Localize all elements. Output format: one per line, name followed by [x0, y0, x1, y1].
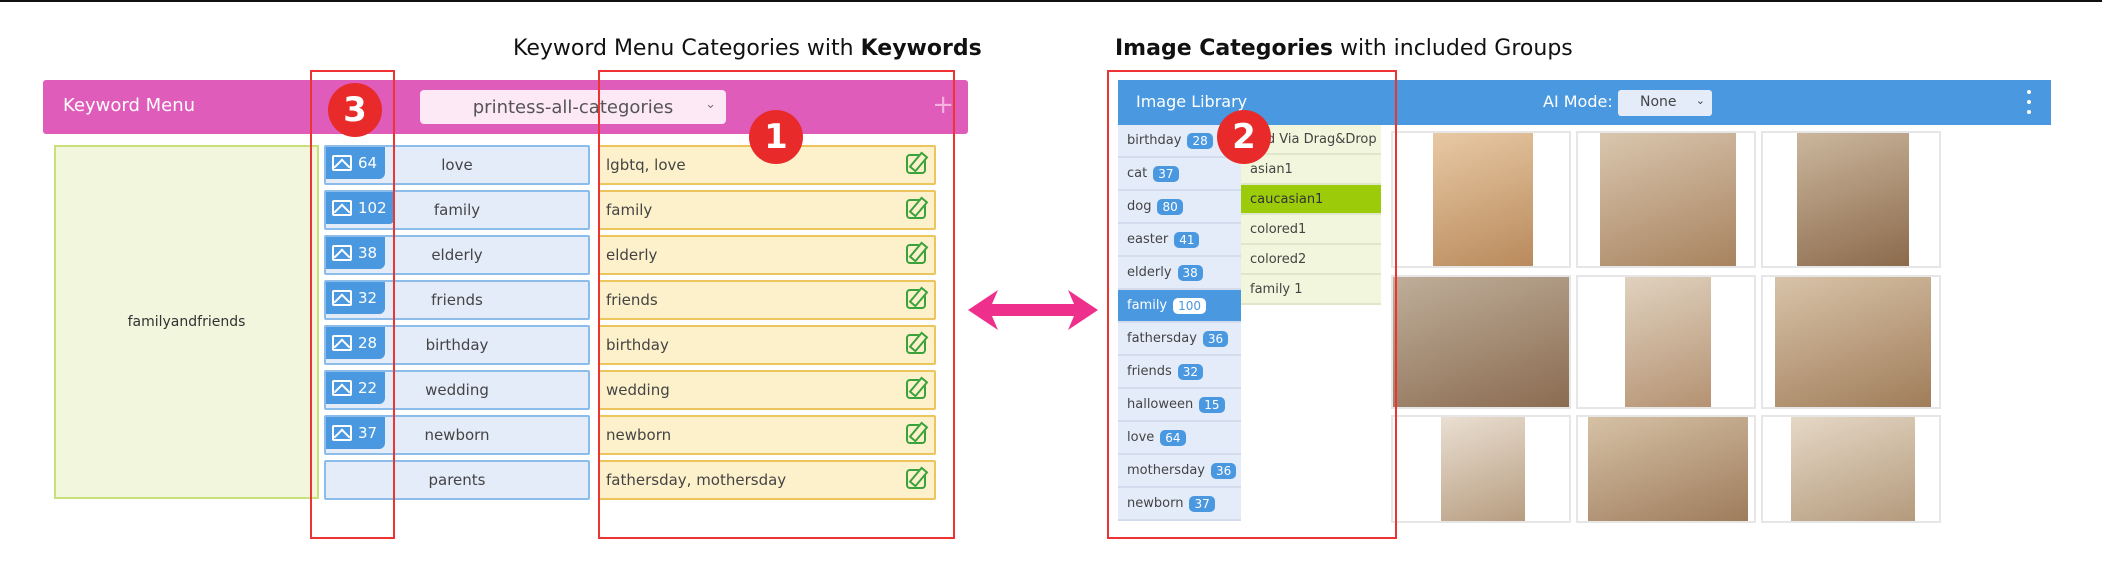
- category-name: newborn: [424, 426, 490, 444]
- category-name: wedding: [425, 381, 489, 399]
- image-thumbnail[interactable]: [1576, 131, 1756, 268]
- photo: [1625, 277, 1711, 407]
- more-options-icon[interactable]: [2027, 90, 2031, 114]
- photo: [1393, 277, 1569, 407]
- image-thumbnail[interactable]: [1761, 415, 1941, 523]
- image-thumbnail[interactable]: [1391, 131, 1571, 268]
- photo: [1600, 133, 1736, 266]
- image-thumbnail[interactable]: [1576, 275, 1756, 409]
- callout-2: 2: [1217, 110, 1271, 164]
- top-border: [0, 0, 2102, 2]
- category-name: elderly: [431, 246, 483, 264]
- image-thumbnail[interactable]: [1391, 415, 1571, 523]
- callout-1: 1: [749, 110, 803, 164]
- highlight-box-3: [310, 70, 395, 539]
- chevron-down-icon: ⌄: [1695, 94, 1705, 107]
- keyword-caption: Keyword Menu Categories with Keywords: [513, 36, 982, 61]
- category-name: parents: [428, 471, 486, 489]
- image-thumbnail[interactable]: [1761, 131, 1941, 268]
- ai-mode-select[interactable]: None ⌄: [1618, 90, 1712, 116]
- category-name: love: [441, 156, 473, 174]
- keyword-menu-title: Keyword Menu: [63, 95, 196, 116]
- category-name: family: [433, 201, 481, 219]
- double-arrow-icon: [968, 290, 1098, 330]
- image-caption: Image Categories with included Groups: [1115, 36, 1573, 61]
- category-name: birthday: [425, 336, 489, 354]
- callout-3: 3: [328, 83, 382, 137]
- photo: [1791, 417, 1915, 521]
- photo: [1433, 133, 1533, 266]
- image-thumbnail[interactable]: [1761, 275, 1941, 409]
- photo: [1441, 417, 1525, 521]
- ai-mode-label: AI Mode:: [1543, 92, 1613, 111]
- image-thumbnail[interactable]: [1391, 275, 1571, 409]
- image-thumbnail[interactable]: [1576, 415, 1756, 523]
- category-name: friends: [431, 291, 483, 309]
- photo: [1797, 133, 1909, 266]
- ai-mode-value: None: [1640, 94, 1677, 110]
- keyword-group[interactable]: familyandfriends: [54, 145, 319, 499]
- photo: [1775, 277, 1931, 407]
- photo: [1588, 417, 1748, 521]
- group-label: familyandfriends: [127, 314, 246, 330]
